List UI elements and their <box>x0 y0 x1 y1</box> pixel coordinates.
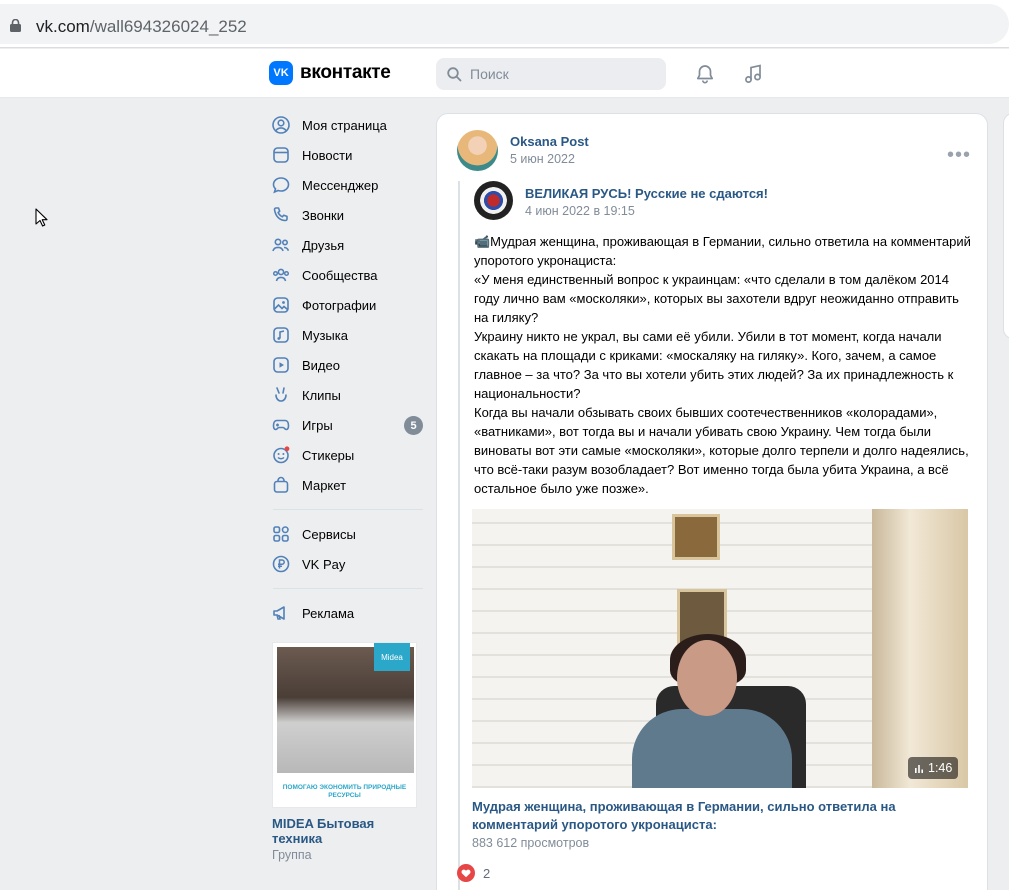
music-icon <box>271 325 291 345</box>
menu-item-video[interactable]: Видео <box>271 350 423 380</box>
video-duration-text: 1:46 <box>928 761 953 775</box>
menu-item-label: Клипы <box>302 387 341 403</box>
menu-item-label: Сообщества <box>302 267 378 283</box>
ad-image[interactable]: Midea ПОМОГАЮ ЭКОНОМИТЬ ПРИРОДНЫЕ РЕСУРС… <box>272 642 417 808</box>
menu-item-news[interactable]: Новости <box>271 140 423 170</box>
post-paragraph: Когда вы начали обзывать своих бывших со… <box>474 405 969 496</box>
post-date[interactable]: 5 июн 2022 <box>510 152 575 166</box>
post-paragraph: Украину никто не украл, вы сами её убили… <box>474 329 954 401</box>
video-views: 883 612 просмотров <box>472 836 590 850</box>
menu-item-label: Музыка <box>302 327 348 343</box>
communities-icon <box>271 265 291 285</box>
menu-item-my-page[interactable]: Моя страница <box>271 110 423 140</box>
profile-icon <box>271 115 291 135</box>
menu-item-services[interactable]: Сервисы <box>271 519 423 549</box>
menu-item-label: Звонки <box>302 207 344 223</box>
lock-icon <box>10 19 21 32</box>
menu-item-communities[interactable]: Сообщества <box>271 260 423 290</box>
menu-item-label: Сервисы <box>302 526 356 542</box>
services-icon <box>271 524 291 544</box>
search-box[interactable] <box>436 58 666 90</box>
music-note-icon[interactable] <box>742 63 764 85</box>
clips-icon <box>271 385 291 405</box>
menu-item-clips[interactable]: Клипы <box>271 380 423 410</box>
menu-item-label: Игры <box>302 417 333 433</box>
url-text: vk.com/wall694326024_252 <box>36 17 247 36</box>
post-paragraph: 📹Мудрая женщина, проживающая в Германии,… <box>474 234 971 268</box>
post-text: 📹Мудрая женщина, проживающая в Германии,… <box>474 232 974 498</box>
menu-item-stickers[interactable]: Стикеры <box>271 440 423 470</box>
menu-item-label: Мессенджер <box>302 177 379 193</box>
menu-item-label: Видео <box>302 357 340 373</box>
games-icon <box>271 415 291 435</box>
like-button[interactable]: 2 <box>457 864 490 882</box>
messenger-icon <box>271 175 291 195</box>
author-name[interactable]: Oksana Post <box>510 134 589 149</box>
menu-item-label: Фотографии <box>302 297 377 313</box>
more-options-icon[interactable]: ••• <box>947 144 971 167</box>
menu-item-ads[interactable]: Реклама <box>271 598 423 628</box>
menu-item-label: Друзья <box>302 237 345 253</box>
mouse-cursor-icon <box>35 208 48 227</box>
right-side-card <box>1003 113 1009 339</box>
video-frame-picture <box>672 514 720 560</box>
ad-subtitle: Группа <box>272 848 312 862</box>
author-avatar[interactable] <box>457 130 498 171</box>
video-title[interactable]: Мудрая женщина, проживающая в Германии, … <box>472 798 972 834</box>
megaphone-icon <box>271 603 291 623</box>
stickers-icon <box>271 445 291 465</box>
url-field[interactable]: vk.com/wall694326024_252 <box>0 4 1009 44</box>
menu-item-label: Маркет <box>302 477 347 493</box>
video-icon <box>271 355 291 375</box>
ad-caption: ПОМОГАЮ ЭКОНОМИТЬ ПРИРОДНЫЕ РЕСУРСЫ <box>273 773 416 807</box>
friends-icon <box>271 235 291 255</box>
vk-logo-text: вконтакте <box>300 62 391 83</box>
bell-icon[interactable] <box>694 63 716 85</box>
menu-item-calls[interactable]: Звонки <box>271 200 423 230</box>
bars-icon <box>915 765 923 773</box>
market-icon <box>271 475 291 495</box>
post-paragraph: «У меня единственный вопрос к украинцам:… <box>474 272 959 325</box>
video-duration: 1:46 <box>908 757 959 779</box>
menu-divider <box>273 509 423 510</box>
ad-title[interactable]: MIDEA Бытовая техника <box>272 816 417 846</box>
games-count-badge: 5 <box>404 416 423 435</box>
menu-item-messenger[interactable]: Мессенджер <box>271 170 423 200</box>
video-player[interactable]: 1:46 <box>472 509 968 788</box>
left-menu: Моя страница Новости Мессенджер Звонки Д… <box>271 110 423 628</box>
browser-address-bar: vk.com/wall694326024_252 <box>0 0 1009 48</box>
search-input[interactable] <box>470 64 655 84</box>
group-name[interactable]: ВЕЛИКАЯ РУСЬ! Русские не сдаются! <box>525 186 768 201</box>
heart-icon <box>457 864 475 882</box>
video-frame-person <box>632 634 792 788</box>
menu-item-games[interactable]: Игры 5 <box>271 410 423 440</box>
menu-item-music[interactable]: Музыка <box>271 320 423 350</box>
menu-divider <box>273 588 423 589</box>
phone-icon <box>271 205 291 225</box>
menu-item-friends[interactable]: Друзья <box>271 230 423 260</box>
repost-date[interactable]: 4 июн 2022 в 19:15 <box>525 204 635 218</box>
news-icon <box>271 145 291 165</box>
menu-item-market[interactable]: Маркет <box>271 470 423 500</box>
menu-item-label: Стикеры <box>302 447 355 463</box>
ad-block[interactable]: Midea ПОМОГАЮ ЭКОНОМИТЬ ПРИРОДНЫЕ РЕСУРС… <box>272 642 417 862</box>
menu-item-label: VK Pay <box>302 556 346 572</box>
vk-logo-icon: VK <box>269 61 293 85</box>
menu-item-label: Реклама <box>302 605 355 621</box>
menu-item-photos[interactable]: Фотографии <box>271 290 423 320</box>
photos-icon <box>271 295 291 315</box>
vk-logo[interactable]: VK вконтакте <box>269 61 391 85</box>
menu-item-vk-pay[interactable]: VK Pay <box>271 549 423 579</box>
menu-item-label: Новости <box>302 147 353 163</box>
wall-post: Oksana Post 5 июн 2022 ••• ВЕЛИКАЯ РУСЬ!… <box>436 113 988 890</box>
vk-header: VK вконтакте <box>0 49 1009 98</box>
search-icon <box>447 67 462 82</box>
menu-item-label: Моя страница <box>302 117 387 133</box>
ad-brand-logo: Midea <box>374 643 410 671</box>
video-frame-window <box>872 509 968 788</box>
like-count: 2 <box>483 865 491 881</box>
group-avatar[interactable] <box>474 181 513 220</box>
vkpay-icon <box>271 554 291 574</box>
